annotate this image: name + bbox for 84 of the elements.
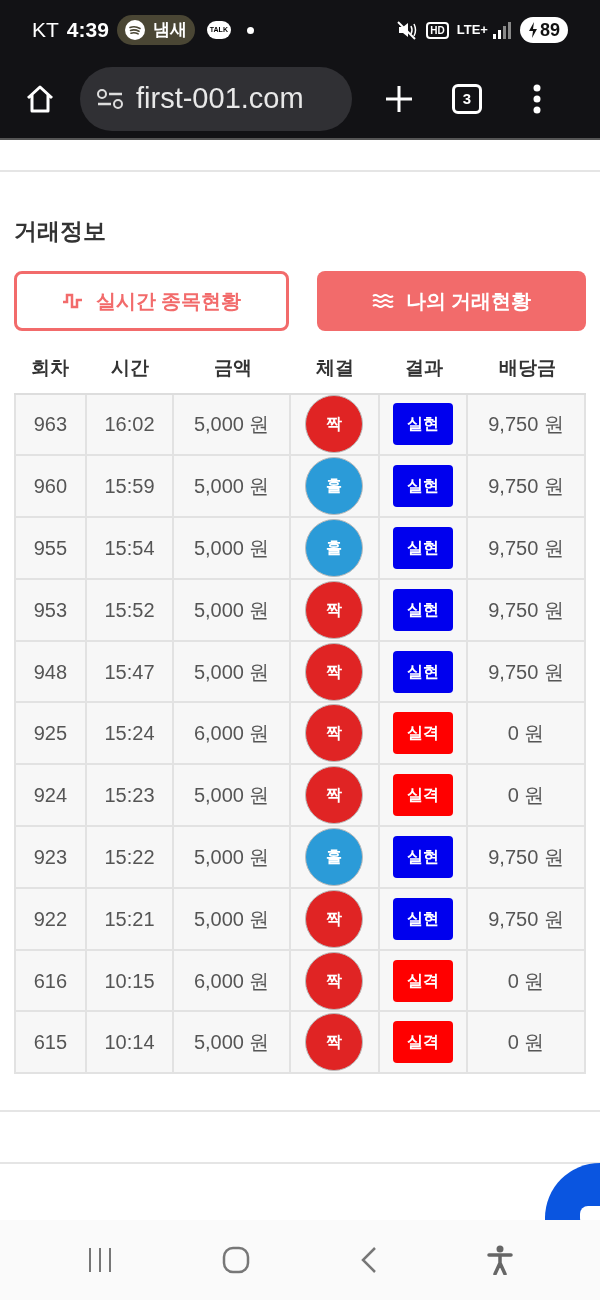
table-cell-text: 15:52: [104, 597, 155, 623]
table-cell-text: 615: [33, 1030, 68, 1056]
tab-count-button[interactable]: 3: [452, 84, 482, 114]
table-cell-text: 10:14: [104, 1030, 155, 1056]
table-cell-text: 9,750 원: [488, 412, 564, 438]
table-cell-text: 5,000 원: [193, 906, 270, 932]
back-icon[interactable]: [359, 1246, 378, 1274]
table-cell-text: 15:59: [104, 474, 155, 500]
table-cell-text: 948: [33, 659, 68, 685]
table-cell-text: 960: [33, 474, 68, 500]
result-badge: 실격: [392, 1021, 453, 1064]
menu-icon[interactable]: [532, 84, 542, 114]
table-cell-text: 15:54: [104, 536, 155, 561]
table-cell-text: 0 원: [507, 968, 545, 994]
table-cell-text: 923: [33, 844, 68, 870]
table-cell-text: 5,000 원: [193, 597, 270, 623]
column-header: 시간: [111, 356, 150, 381]
accessibility-icon[interactable]: [487, 1245, 514, 1275]
home-button-icon[interactable]: [222, 1246, 251, 1274]
section-title: 거래정보: [13, 217, 107, 246]
new-tab-icon[interactable]: [384, 84, 414, 114]
table-cell-text: 924: [33, 783, 68, 809]
column-header: 결과: [404, 356, 443, 381]
table-cell-text: 9,750 원: [488, 536, 564, 561]
network-type: LTE+: [456, 21, 488, 40]
result-badge: 실현: [392, 835, 453, 878]
table-cell-text: 15:22: [104, 844, 155, 870]
table-cell-text: 6,000 원: [193, 968, 270, 994]
result-badge: 실격: [392, 712, 453, 755]
address-bar[interactable]: first-001.com: [80, 67, 352, 131]
result-badge: 실현: [392, 527, 453, 569]
table-cell-text: 616: [33, 968, 68, 994]
result-badge: 실현: [392, 403, 453, 446]
mute-icon: [396, 19, 419, 41]
table-cell-text: 5,000 원: [193, 1030, 270, 1056]
table-cell-text: 0 원: [507, 721, 545, 747]
table-cell-text: 5,000 원: [193, 536, 270, 561]
recent-apps-icon[interactable]: [86, 1247, 113, 1273]
table-cell-text: 9,750 원: [488, 906, 564, 932]
waves-icon: [371, 292, 394, 309]
music-icon: [124, 20, 145, 40]
column-header: 배당금: [498, 356, 556, 381]
result-badge: 실현: [392, 588, 453, 631]
table-cell-text: 16:02: [104, 412, 155, 438]
table-cell-text: 9,750 원: [488, 844, 564, 870]
media-pill: 냄새: [116, 15, 195, 45]
battery-badge: 89: [519, 17, 568, 43]
column-header: 체결: [316, 356, 355, 381]
result-badge: 실현: [392, 465, 453, 508]
hd-badge: HD: [426, 21, 449, 39]
table-cell-text: 963: [33, 412, 68, 438]
result-badge: 실현: [392, 897, 453, 940]
table-cell-text: 5,000 원: [193, 659, 270, 685]
table-cell-text: 953: [33, 597, 68, 623]
table-cell-text: 925: [33, 721, 68, 747]
result-badge: 실격: [392, 959, 453, 1002]
charging-icon: [527, 22, 538, 38]
table-cell-text: 9,750 원: [488, 659, 564, 685]
signal-icon: [491, 20, 512, 40]
clock-time: 4:39: [66, 17, 109, 44]
table-cell-text: 5,000 원: [193, 783, 270, 809]
carrier-name: KT: [32, 17, 59, 44]
site-settings-icon[interactable]: [96, 88, 124, 110]
table-cell-text: 5,000 원: [193, 412, 270, 438]
result-badge: 실격: [392, 774, 453, 817]
table-cell-text: 0 원: [507, 1030, 545, 1056]
table-cell-text: 5,000 원: [193, 474, 270, 500]
table-cell-text: 15:23: [104, 783, 155, 809]
table-cell-text: 9,750 원: [488, 474, 564, 500]
table-cell-text: 15:21: [104, 906, 155, 932]
column-header: 금액: [213, 356, 252, 381]
table-cell-text: 0 원: [507, 783, 545, 809]
pulse-icon: [61, 291, 84, 310]
table-cell-text: 10:15: [104, 968, 155, 994]
table-cell-text: 955: [33, 536, 68, 561]
table-cell-text: 5,000 원: [193, 844, 270, 870]
result-badge: 실현: [392, 650, 453, 693]
table-cell-text: 15:47: [104, 659, 155, 685]
table-cell-text: 6,000 원: [193, 721, 270, 747]
home-icon[interactable]: [24, 83, 56, 115]
column-header: 회차: [31, 356, 70, 381]
table-cell-text: 922: [33, 906, 68, 932]
table-cell-text: 9,750 원: [488, 597, 564, 623]
table-cell-text: 15:24: [104, 721, 155, 747]
